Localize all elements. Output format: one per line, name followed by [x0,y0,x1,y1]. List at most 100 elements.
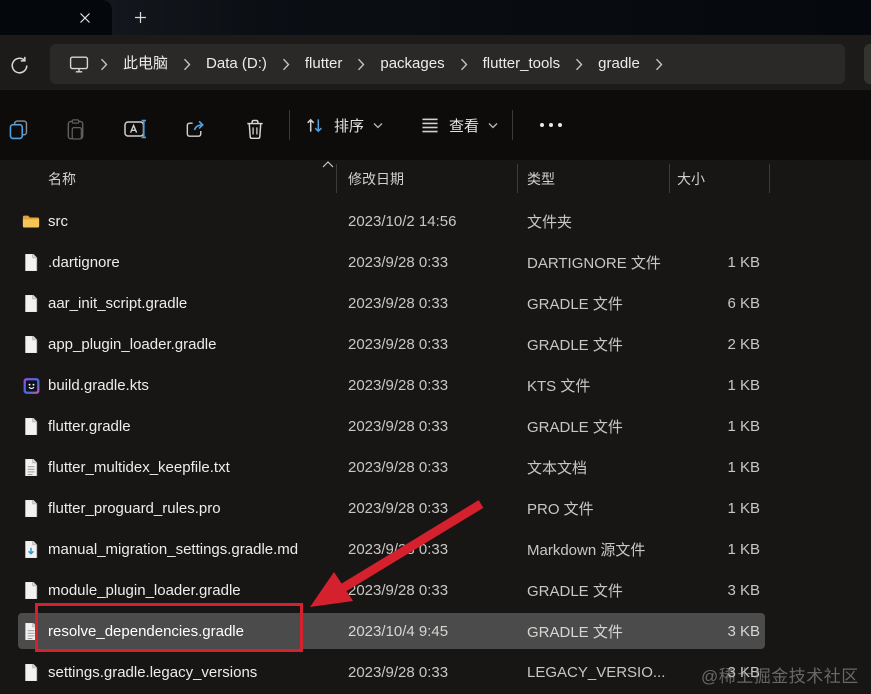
file-row[interactable]: aar_init_script.gradle 2023/9/28 0:33 GRAD… [0,283,871,324]
file-icon [22,500,40,517]
file-row[interactable]: src 2023/10/2 14:56 文件夹 [0,201,871,242]
file-size: 1 KB [727,254,760,271]
file-icon [22,418,40,435]
paste-button[interactable] [62,112,88,146]
file-row[interactable]: build.gradle.kts 2023/9/28 0:33 KTS 文件 1 KB [0,365,871,406]
chevron-down-icon [488,122,498,129]
file-type: 文本文档 [527,460,588,477]
copy-icon [7,118,30,141]
file-type: GRADLE 文件 [527,583,623,600]
file-type: 文件夹 [527,214,573,231]
file-type: KTS 文件 [527,378,591,395]
copy-button[interactable] [5,112,31,146]
file-size: 1 KB [727,500,760,517]
this-pc-icon[interactable] [54,55,98,74]
breadcrumb-chevron-icon [357,58,365,71]
file-row[interactable]: .dartignore 2023/9/28 0:33 DARTIGNORE 文件 1 … [0,242,871,283]
share-button[interactable] [182,112,208,146]
view-label: 查看 [449,117,480,135]
file-name: module_plugin_loader.gradle [48,582,241,599]
file-size: 3 KB [727,623,760,640]
paste-icon [64,118,87,141]
file-name: build.gradle.kts [48,377,149,394]
file-name: aar_init_script.gradle [48,295,188,312]
share-icon [183,118,207,141]
breadcrumb-item[interactable]: packages [367,48,457,80]
tab-close-button[interactable] [71,4,98,31]
file-name: flutter_proguard_rules.pro [48,500,221,517]
plus-icon [134,11,147,24]
trash-icon [244,118,266,141]
new-tab-button[interactable] [126,4,154,31]
breadcrumb-item[interactable]: flutter_tools [470,48,574,80]
breadcrumb-chevron-icon [282,58,290,71]
rename-icon [123,118,149,140]
file-row[interactable]: app_plugin_loader.gradle 2023/9/28 0:33 GR… [0,324,871,365]
breadcrumb-item[interactable]: 此电脑 [110,48,181,80]
file-size: 1 KB [727,377,760,394]
sort-button[interactable]: 排序 [294,106,393,144]
file-row[interactable]: manual_migration_settings.gradle.md 2023/… [0,529,871,570]
rename-button[interactable] [123,112,149,146]
file-date-modified: 2023/9/28 0:33 [348,541,449,558]
ellipsis-icon [538,122,564,128]
sort-icon [304,116,325,135]
breadcrumb-item[interactable]: Data (D:) [193,48,280,80]
refresh-icon [9,55,30,76]
file-icon [22,582,40,599]
file-date-modified: 2023/9/28 0:33 [348,459,449,476]
file-date-modified: 2023/9/28 0:33 [348,664,449,681]
file-type: GRADLE 文件 [527,419,623,436]
view-lines-icon [420,117,440,134]
file-type: Markdown 源文件 [527,542,646,559]
file-size: 1 KB [727,418,760,435]
file-icon [22,664,40,681]
file-type: GRADLE 文件 [527,624,623,641]
search-box[interactable] [864,44,871,84]
file-name: app_plugin_loader.gradle [48,336,217,353]
file-md-icon [22,541,40,558]
file-type: GRADLE 文件 [527,337,623,354]
file-type: GRADLE 文件 [527,296,623,313]
breadcrumb-item[interactable]: flutter [292,48,356,80]
file-date-modified: 2023/9/28 0:33 [348,582,449,599]
file-date-modified: 2023/9/28 0:33 [348,295,449,312]
file-size: 1 KB [727,459,760,476]
file-date-modified: 2023/9/28 0:33 [348,336,449,353]
toolbar-divider [512,110,513,140]
navigation-bar: 此电脑 Data (D:) flutter packages flutter_tools… [0,35,871,90]
file-name: manual_migration_settings.gradle.md [48,541,299,558]
file-lines-icon [22,459,40,476]
file-explorer-window: 此电脑 Data (D:) flutter packages flutter_tools… [0,0,871,694]
file-size: 2 KB [727,336,760,353]
file-date-modified: 2023/10/2 14:56 [348,213,457,230]
file-row[interactable]: flutter_multidex_keepfile.txt 2023/9/28 0… [0,447,871,488]
watermark: @稀土掘金技术社区 [701,667,859,686]
tab-bar [0,0,871,35]
folder-icon [22,213,40,230]
file-date-modified: 2023/9/28 0:33 [348,418,449,435]
file-type: PRO 文件 [527,501,594,518]
file-icon [22,295,40,312]
file-name: .dartignore [48,254,120,271]
breadcrumb-item[interactable]: gradle [585,48,653,80]
refresh-button[interactable] [6,52,32,78]
breadcrumb-chevron-icon [100,58,108,71]
toolbar-divider [289,110,290,140]
file-size: 1 KB [727,541,760,558]
file-size: 3 KB [727,582,760,599]
close-icon [79,12,91,24]
delete-button[interactable] [242,112,268,146]
file-name: flutter.gradle [48,418,131,435]
breadcrumb-chevron-icon [460,58,468,71]
file-row[interactable]: flutter_proguard_rules.pro 2023/9/28 0:33… [0,488,871,529]
file-date-modified: 2023/9/28 0:33 [348,500,449,517]
more-button[interactable] [528,106,574,144]
view-button[interactable]: 查看 [410,106,508,144]
sort-label: 排序 [334,117,365,135]
command-toolbar: 排序 查看 [0,90,871,160]
file-type: DARTIGNORE 文件 [527,255,661,272]
breadcrumb: 此电脑 Data (D:) flutter packages flutter_tools… [50,44,845,84]
file-row[interactable]: flutter.gradle 2023/9/28 0:33 GRADLE 文件 1 K… [0,406,871,447]
file-date-modified: 2023/9/28 0:33 [348,254,449,271]
